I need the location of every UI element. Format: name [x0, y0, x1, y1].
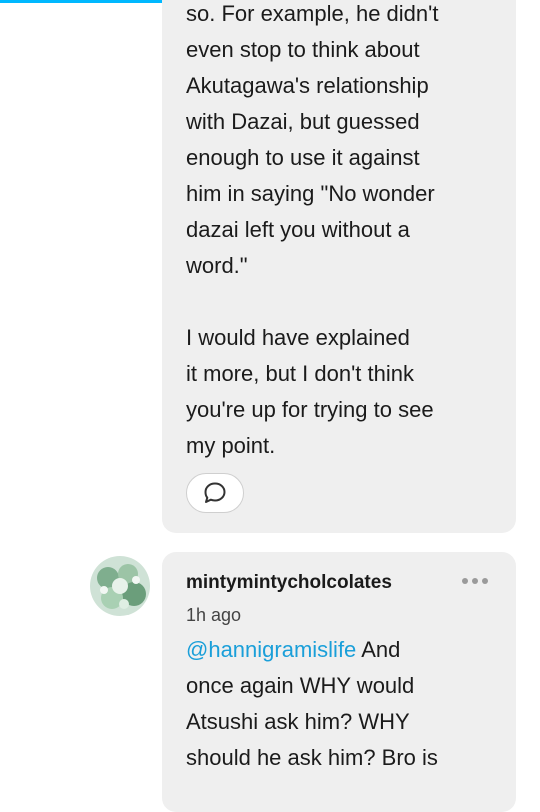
more-dots-icon[interactable]	[462, 578, 488, 584]
reply-button[interactable]	[186, 473, 244, 513]
speech-bubble-icon	[204, 482, 226, 503]
username[interactable]: mintymintycholcolates	[186, 572, 392, 594]
comment-bubble: so. For example, he didn't even stop to …	[162, 0, 516, 533]
comment-bubble: mintymintycholcolates 1h ago @hannigrami…	[162, 552, 516, 812]
timestamp: 1h ago	[186, 605, 242, 625]
comment-text: so. For example, he didn't even stop to …	[186, 1, 439, 458]
avatar[interactable]	[90, 556, 150, 616]
loading-progress-bar	[0, 0, 182, 3]
mention-link[interactable]: @hannigramislife	[186, 637, 356, 662]
comment-text: @hannigramislife And once again WHY woul…	[186, 632, 506, 776]
